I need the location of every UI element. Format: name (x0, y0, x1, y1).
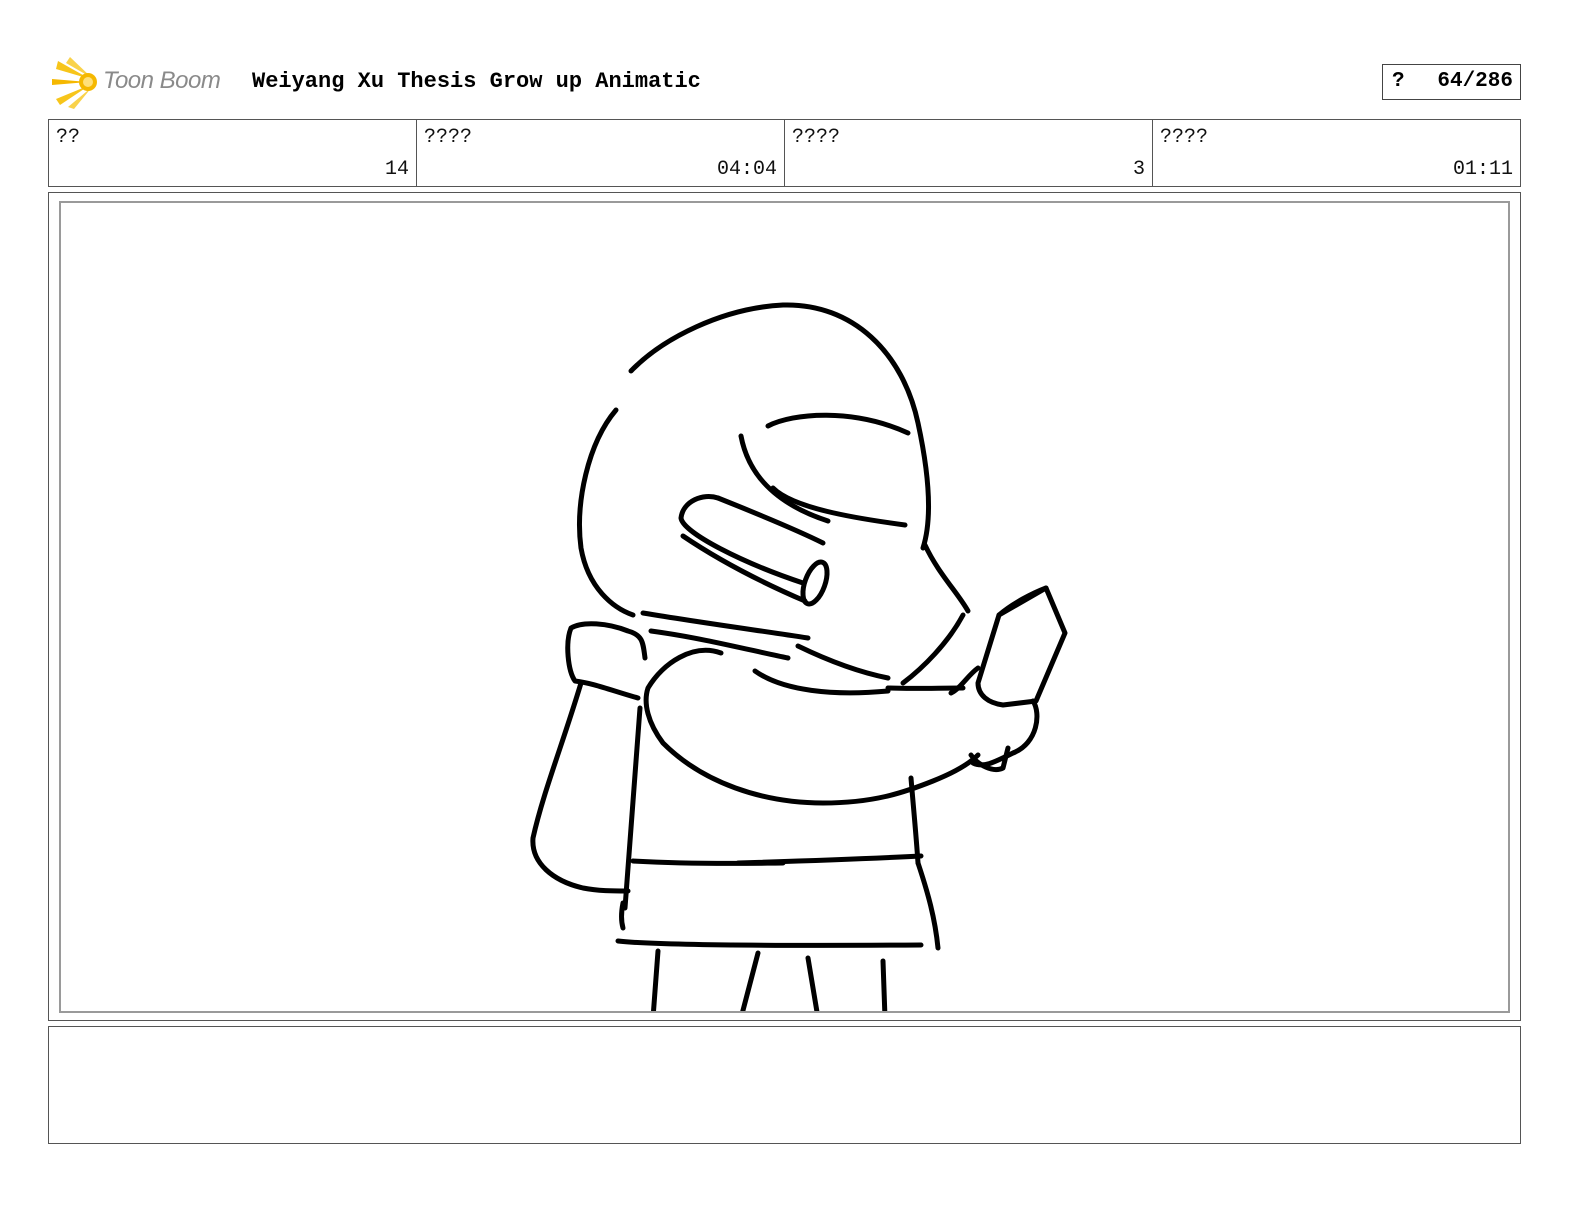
project-title: Weiyang Xu Thesis Grow up Animatic (252, 69, 701, 94)
page-label: ? (1392, 70, 1405, 93)
info-cell-duration: ???? 04:04 (417, 120, 785, 186)
panel-notes-box (48, 1026, 1521, 1144)
info-cell-label: ???? (1160, 126, 1209, 149)
info-cell-value: 3 (1132, 158, 1145, 181)
info-cell-scene: ?? 14 (49, 120, 417, 186)
info-cell-label: ???? (792, 126, 841, 149)
character-sketch (530, 302, 1068, 1011)
starburst-icon (52, 57, 97, 109)
storyboard-panel (48, 192, 1521, 1021)
page-indicator: ? 64/286 (1382, 64, 1521, 100)
toon-boom-logo: Toon Boom (48, 55, 248, 111)
info-cell-value: 14 (384, 158, 409, 181)
panel-info-row: ?? 14 ???? 04:04 ???? 3 ???? 01:11 (48, 119, 1521, 187)
storyboard-header: Toon Boom Weiyang Xu Thesis Grow up Anim… (48, 55, 1521, 111)
logo-text: Toon Boom (103, 67, 221, 94)
info-cell-value: 04:04 (716, 158, 777, 181)
info-cell-panel-duration: ???? 01:11 (1153, 120, 1520, 186)
info-cell-value: 01:11 (1452, 158, 1513, 181)
info-cell-label: ?? (56, 126, 81, 149)
page-counter: 64/286 (1437, 70, 1513, 93)
info-cell-panel: ???? 3 (785, 120, 1153, 186)
info-cell-label: ???? (424, 126, 473, 149)
panel-frame (59, 201, 1510, 1013)
